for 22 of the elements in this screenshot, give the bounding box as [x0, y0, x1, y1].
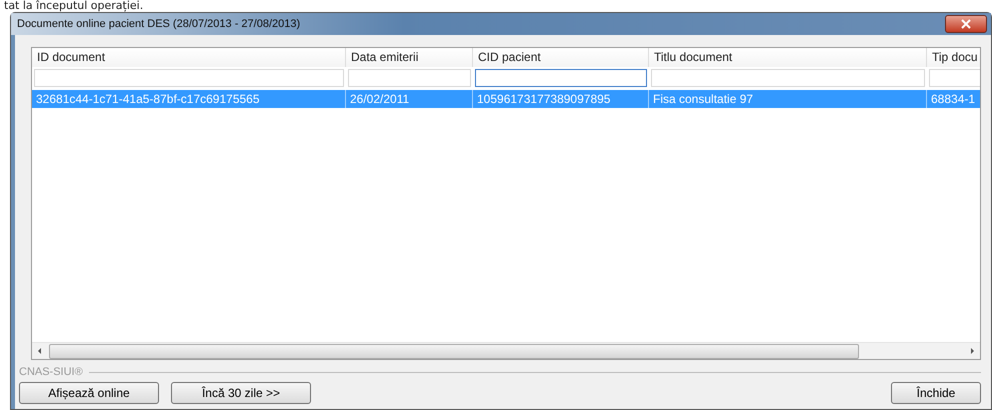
- column-header[interactable]: ID document: [32, 48, 346, 67]
- column-header[interactable]: CID pacient: [473, 48, 649, 67]
- scroll-right-icon[interactable]: [968, 347, 976, 355]
- scroll-left-icon[interactable]: [36, 347, 44, 355]
- table-cell: 10596173177389097895: [473, 90, 649, 108]
- horizontal-scrollbar[interactable]: [32, 342, 980, 359]
- close-icon: [960, 19, 972, 29]
- group-label: CNAS-SIUI®: [19, 366, 83, 378]
- window-title: Documente online pacient DES (28/07/2013 - 27/08/2013): [17, 18, 302, 30]
- column-header[interactable]: Data emiterii: [346, 48, 473, 67]
- close-button[interactable]: [945, 15, 987, 33]
- action-button[interactable]: Încă 30 zile >>: [171, 382, 311, 404]
- table-cell: 68834-1: [927, 90, 980, 108]
- table-cell: 26/02/2011: [346, 90, 473, 108]
- table-cell: 32681c44-1c71-41a5-87bf-c17c69175565: [32, 90, 346, 108]
- document-text: tat la începutul operației.: [3, 0, 144, 12]
- filter-field[interactable]: [475, 69, 647, 87]
- action-button[interactable]: Afișează online: [19, 382, 159, 404]
- table-cell: Fisa consultatie 97: [649, 90, 927, 108]
- close-dialog-button[interactable]: Închide: [891, 382, 981, 404]
- scrollbar-thumb[interactable]: [49, 344, 859, 359]
- column-header[interactable]: Titlu document: [649, 48, 927, 67]
